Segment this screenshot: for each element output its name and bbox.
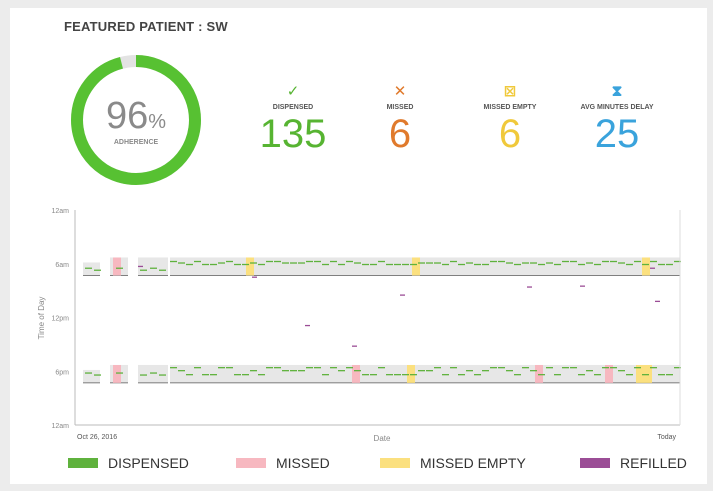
y-tick-label: 6am [55,262,69,269]
empty-box-icon: ⊠ [503,83,517,100]
stat-value: 6 [388,112,412,156]
stat-missed-empty: ⊠ MISSED EMPTY 6 [455,83,565,157]
legend-item-refilled: REFILLED [580,450,687,476]
chart-legend: DISPENSED MISSED MISSED EMPTY REFILLED [0,450,713,476]
x-tick-label: Today [657,434,676,441]
hourglass-icon: ⧗ [611,83,623,100]
legend-label: MISSED EMPTY [420,455,526,471]
y-axis-label: Time of Day [37,297,46,340]
y-tick-label: 6pm [55,369,69,376]
legend-swatch [580,458,610,468]
dose-window [138,364,168,383]
x-icon: ✕ [393,83,407,100]
adherence-timeline-chart: 12am 6am 12pm 6pm 12am Oct 26, 2016 Today Date T… [37,208,681,443]
legend-swatch [236,458,266,468]
legend-swatch [68,458,98,468]
dose-window [83,262,100,276]
patient-card: FEATURED PATIENT : SW 96% ADHERENCE ✓ DI… [10,8,707,484]
missed-marker [352,364,360,383]
legend-item-dispensed: DISPENSED [68,450,189,476]
stat-value: 135 [259,112,327,156]
legend-label: MISSED [276,455,330,471]
legend-swatch [380,458,410,468]
stat-missed: ✕ MISSED 6 [345,83,455,157]
stat-dispensed: ✓ DISPENSED 135 [238,83,348,157]
stat-value: 6 [498,112,522,156]
x-axis-label: Date [374,434,391,443]
legend-item-missed-empty: MISSED EMPTY [380,450,526,476]
missed-empty-marker [407,364,415,383]
adherence-number: 96 [105,95,149,137]
adherence-label: ADHERENCE [113,139,159,146]
adherence-unit: % [148,111,167,133]
missed-empty-marker [412,257,420,276]
missed-marker [113,257,121,276]
page-title: FEATURED PATIENT : SW [64,19,228,34]
missed-empty-marker [642,257,650,276]
stat-avg-delay: ⧗ AVG MINUTES DELAY 25 [562,83,672,157]
stat-value: 25 [594,112,640,156]
missed-empty-marker [246,257,254,276]
stat-label: MISSED EMPTY [483,104,537,111]
check-icon: ✓ [286,83,300,100]
legend-label: REFILLED [620,455,687,471]
x-tick-label: Oct 26, 2016 [77,434,117,441]
y-tick-label: 12am [51,208,69,215]
stat-label: DISPENSED [272,104,314,111]
stat-label: MISSED [386,104,414,111]
dose-window [83,369,100,383]
missed-marker [113,364,121,383]
y-tick-label: 12am [51,423,69,430]
legend-item-missed: MISSED [236,450,330,476]
adherence-value: 96% [68,96,204,142]
missed-marker [535,364,543,383]
stat-label: AVG MINUTES DELAY [580,104,654,111]
legend-label: DISPENSED [108,455,189,471]
y-tick-label: 12pm [51,316,69,323]
